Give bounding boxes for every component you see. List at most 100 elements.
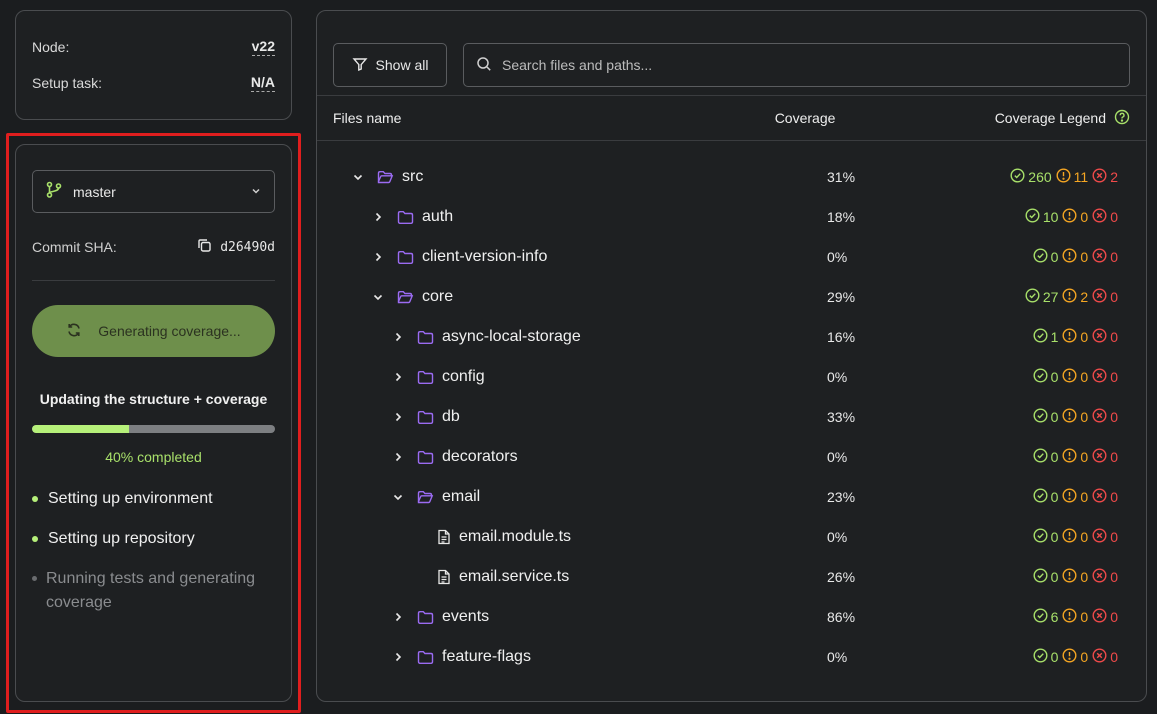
step-item: Running tests and generating coverage (32, 567, 275, 615)
folder-row[interactable]: src 31% 260 11 2 (317, 157, 1146, 197)
folder-row[interactable]: feature-flags 0% 0 0 0 (317, 637, 1146, 677)
partial-count-value: 0 (1080, 249, 1089, 265)
folder-row[interactable]: email 23% 0 0 0 (317, 477, 1146, 517)
covered-count-value: 0 (1050, 249, 1059, 265)
uncovered-count: 0 (1092, 328, 1118, 346)
coverage-legend: 0 0 0 (1029, 568, 1118, 586)
covered-count-value: 0 (1050, 569, 1059, 585)
alert-circle-icon (1062, 328, 1080, 346)
coverage-value: 26% (827, 569, 856, 585)
filter-icon (352, 56, 376, 75)
step-label: Running tests and generating coverage (46, 570, 256, 611)
chevron-down-icon[interactable] (371, 290, 385, 304)
chevron-right-icon[interactable] (391, 610, 405, 624)
chevron-right-icon[interactable] (391, 330, 405, 344)
item-name: email (442, 488, 481, 505)
node-version[interactable]: v22 (251, 38, 275, 56)
branch-name: master (73, 183, 116, 200)
folder-row[interactable]: auth 18% 10 0 0 (317, 197, 1146, 237)
item-name: events (442, 608, 490, 625)
uncovered-count-value: 0 (1110, 289, 1118, 305)
partial-count-value: 0 (1080, 569, 1089, 585)
alert-circle-icon (1062, 408, 1080, 426)
folder-row[interactable]: core 29% 27 2 0 (317, 277, 1146, 317)
covered-count: 0 (1033, 648, 1058, 666)
folder-row[interactable]: client-version-info 0% 0 0 0 (317, 237, 1146, 277)
setup-task-value[interactable]: N/A (250, 74, 275, 92)
partial-count: 0 (1062, 408, 1088, 426)
partial-count-value: 0 (1080, 489, 1089, 505)
covered-count: 0 (1033, 368, 1058, 386)
check-circle-icon (1033, 648, 1051, 666)
covered-count: 0 (1033, 248, 1059, 266)
coverage-legend: 6 0 0 (1029, 608, 1118, 626)
commit-sha-label: Commit SHA: (32, 239, 117, 255)
col-coverage-legend-label: Coverage Legend (994, 110, 1106, 126)
generate-coverage-button[interactable]: Generating coverage... (32, 305, 275, 357)
coverage-value: 0% (827, 649, 848, 665)
partial-count-value: 2 (1080, 289, 1089, 305)
uncovered-count-value: 0 (1110, 249, 1118, 265)
folder-row[interactable]: events 86% 6 0 0 (317, 597, 1146, 637)
file-row[interactable]: email.module.ts 0% 0 0 0 (317, 517, 1146, 557)
item-name: config (442, 368, 485, 385)
chevron-right-icon[interactable] (371, 250, 385, 264)
tree-cell: client-version-info (317, 248, 547, 266)
coverage-value: 33% (827, 409, 856, 425)
branch-select[interactable]: master (32, 170, 275, 213)
coverage-value: 31% (827, 169, 856, 185)
chevron-right-icon[interactable] (391, 650, 405, 664)
tree-cell: email (317, 488, 480, 506)
folder-row[interactable]: config 0% 0 0 0 (317, 357, 1146, 397)
folder-row[interactable]: async-local-storage 16% 1 0 0 (317, 317, 1146, 357)
uncovered-count-value: 0 (1110, 369, 1118, 385)
partial-count: 0 (1062, 608, 1088, 626)
check-circle-icon (1033, 608, 1051, 626)
coverage-legend: 0 0 0 (1029, 648, 1118, 666)
covered-count: 1 (1033, 328, 1058, 346)
covered-count-value: 260 (1028, 169, 1052, 185)
alert-circle-icon (1062, 648, 1080, 666)
chevron-right-icon[interactable] (391, 370, 405, 384)
chevron-right-icon[interactable] (391, 410, 405, 424)
alert-circle-icon (1062, 528, 1080, 546)
uncovered-count-value: 0 (1110, 609, 1118, 625)
step-list: Setting up environment Setting up reposit… (32, 487, 275, 615)
folder-row[interactable]: decorators 0% 0 0 0 (317, 437, 1146, 477)
uncovered-count: 0 (1092, 448, 1118, 466)
search-input[interactable]: Search files and paths... (463, 43, 1130, 87)
uncovered-count-value: 0 (1110, 569, 1118, 585)
uncovered-count-value: 0 (1110, 529, 1118, 545)
commit-sha[interactable]: d26490d (197, 238, 275, 257)
chevron-down-icon[interactable] (351, 170, 365, 184)
partial-count: 0 (1062, 208, 1088, 226)
coverage-value: 0% (827, 369, 848, 385)
copy-icon[interactable] (197, 238, 220, 257)
covered-count-value: 6 (1050, 609, 1059, 625)
partial-count: 0 (1062, 368, 1088, 386)
file-row[interactable]: email.service.ts 26% 0 0 0 (317, 557, 1146, 597)
chevron-right-icon[interactable] (371, 210, 385, 224)
covered-count: 27 (1025, 288, 1058, 306)
chevron-right-icon[interactable] (391, 450, 405, 464)
folder-icon (417, 610, 434, 625)
file-tree: src 31% 260 11 2 auth 18% 10 0 0 client-version-in… (317, 141, 1146, 677)
partial-count-value: 0 (1080, 609, 1089, 625)
folder-row[interactable]: db 33% 0 0 0 (317, 397, 1146, 437)
item-name: email.service.ts (459, 568, 570, 585)
partial-count-value: 0 (1080, 329, 1089, 345)
alert-circle-icon (1062, 608, 1080, 626)
partial-count: 11 (1056, 168, 1088, 186)
tree-cell: decorators (317, 448, 518, 466)
coverage-legend: 0 0 0 (1029, 528, 1118, 546)
uncovered-count-value: 0 (1110, 209, 1118, 225)
covered-count: 0 (1033, 408, 1058, 426)
tree-cell: auth (317, 208, 453, 226)
status-dot (32, 576, 37, 581)
git-branch-icon (45, 181, 63, 202)
help-icon[interactable] (1106, 109, 1130, 128)
show-all-button[interactable]: Show all (333, 43, 447, 87)
uncovered-count-value: 0 (1110, 409, 1118, 425)
chevron-down-icon[interactable] (391, 490, 405, 504)
